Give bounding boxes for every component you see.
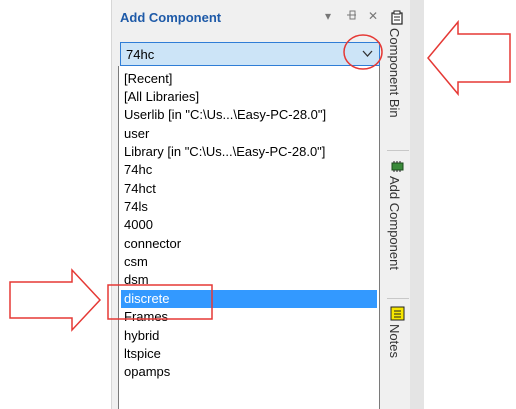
annotation-overlay <box>9 19 511 332</box>
annotation-arrow-left <box>427 19 511 97</box>
annotation-arrow-right <box>9 268 102 332</box>
annotation-circle <box>343 34 383 70</box>
annotation-box <box>107 284 213 320</box>
